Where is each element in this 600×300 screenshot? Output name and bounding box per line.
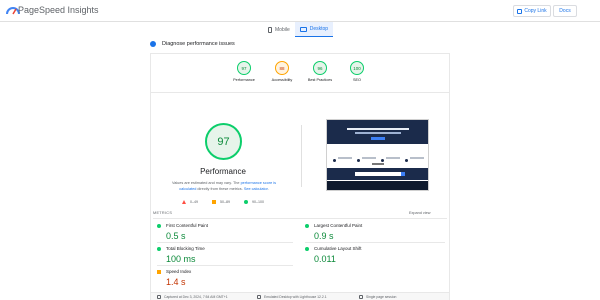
note-text: Values are estimated and may vary. The (171, 181, 241, 185)
legend-range: 0–49 (190, 200, 198, 204)
metrics-divider (157, 265, 293, 266)
tab-desktop-label: Desktop (309, 26, 329, 32)
link-icon (517, 8, 523, 14)
legend-average: 50–89 (212, 200, 230, 204)
thumb-hero (327, 120, 428, 144)
metric-value: 1.4 s (166, 277, 186, 287)
score-label: Best Practices (307, 78, 333, 82)
tab-mobile-label: Mobile (275, 26, 290, 33)
square-icon (212, 200, 216, 204)
score-label: Accessibility (271, 78, 293, 82)
metric-name: Cumulative Layout Shift (314, 246, 362, 251)
metric-value: 100 ms (166, 254, 196, 264)
good-status-icon (305, 246, 309, 251)
session-icon (359, 295, 363, 299)
score-legend: 0–49 50–89 90–100 (182, 200, 264, 204)
metric-tbt: Total Blocking Time 100 ms (157, 246, 287, 264)
average-status-icon (157, 269, 161, 274)
report-footer: Captured at Dec 3, 2024, 7:54 AM GMT+1 E… (151, 292, 449, 300)
thumb-footer (327, 181, 428, 190)
metric-lcp: Largest Contentful Paint 0.9 s (305, 223, 435, 241)
metrics-divider (153, 218, 447, 219)
performance-title: Performance (200, 167, 246, 176)
metric-name: Largest Contentful Paint (314, 223, 363, 228)
metrics-divider (157, 242, 293, 243)
note-text: directly from these metrics. (196, 186, 244, 191)
footer-session-text: Single page session (366, 295, 397, 299)
good-status-icon (305, 223, 309, 228)
thumb-line (355, 132, 401, 134)
thumb-line (372, 163, 384, 165)
diagnose-icon (150, 41, 156, 47)
device-tabs: Mobile Desktop (263, 22, 334, 37)
diagnose-header[interactable]: Diagnose performance issues (150, 40, 235, 48)
thumb-card (357, 149, 379, 162)
legend-poor: 0–49 (182, 200, 198, 204)
monitor-icon (299, 26, 307, 32)
app-title: PageSpeed Insights (18, 5, 99, 15)
score-gauge: 96 (313, 61, 327, 75)
see-calculator-link[interactable]: See calculator (244, 187, 268, 191)
calendar-icon (157, 295, 161, 299)
score-gauge: 88 (275, 61, 289, 75)
metrics-divider (305, 242, 445, 243)
page-screenshot-thumbnail (326, 119, 429, 191)
thumb-line (347, 128, 409, 130)
performance-note: Values are estimated and may vary. The p… (163, 181, 285, 192)
footer-emulated: Emulated Desktop with Lighthouse 12.2.1 (257, 295, 327, 299)
footer-captured-text: Captured at Dec 3, 2024, 7:54 AM GMT+1 (164, 295, 228, 299)
metric-value: 0.9 s (314, 231, 334, 241)
divider (151, 92, 449, 93)
legend-range: 90–100 (252, 200, 264, 204)
metric-speed-index: Speed Index 1.4 s (157, 269, 287, 287)
score-best-practices[interactable]: 96 Best Practices (300, 61, 340, 82)
score-seo[interactable]: 100 SEO (337, 61, 377, 82)
metric-value: 0.011 (314, 254, 336, 264)
top-bar: PageSpeed Insights Copy Link Docs (0, 0, 600, 22)
footer-session: Single page session (359, 295, 396, 299)
good-status-icon (157, 223, 161, 228)
report-card: 97 Performance 88 Accessibility 96 Best … (150, 53, 450, 300)
metric-cls: Cumulative Layout Shift 0.011 (305, 246, 435, 264)
phone-icon (268, 26, 272, 33)
docs-button[interactable]: Docs (553, 5, 577, 17)
metric-name: Speed Index (166, 269, 192, 274)
copy-link-button[interactable]: Copy Link (513, 5, 551, 17)
vertical-divider (301, 125, 302, 187)
score-label: SEO (352, 78, 362, 82)
circle-icon (244, 200, 248, 204)
diagnose-label: Diagnose performance issues (162, 41, 235, 47)
footer-captured: Captured at Dec 3, 2024, 7:54 AM GMT+1 (157, 295, 228, 299)
metric-name: Total Blocking Time (166, 246, 205, 251)
tab-mobile[interactable]: Mobile (263, 22, 295, 37)
footer-emulated-text: Emulated Desktop with Lighthouse 12.2.1 (264, 295, 327, 299)
metric-fcp: First Contentful Paint 0.5 s (157, 223, 287, 241)
docs-label: Docs (559, 8, 571, 14)
thumb-button (371, 137, 385, 140)
triangle-icon (182, 200, 186, 204)
monitor-icon (257, 295, 261, 299)
tab-desktop[interactable]: Desktop (294, 22, 334, 37)
thumb-card (405, 149, 427, 162)
score-accessibility[interactable]: 88 Accessibility (262, 61, 302, 82)
thumb-search-bar (327, 168, 428, 180)
good-status-icon (157, 246, 161, 251)
thumb-card (381, 149, 403, 162)
metric-value: 0.5 s (166, 231, 186, 241)
note-text: . (267, 186, 269, 191)
metrics-section-label: METRICS (153, 211, 173, 215)
copy-link-label: Copy Link (524, 8, 547, 14)
score-performance[interactable]: 97 Performance (224, 61, 264, 82)
expand-view-toggle[interactable]: Expand view (409, 211, 431, 215)
score-gauge: 97 (237, 61, 251, 75)
legend-good: 90–100 (244, 200, 264, 204)
score-gauge: 100 (350, 61, 364, 75)
score-label: Performance (233, 78, 255, 82)
legend-range: 50–89 (220, 200, 230, 204)
performance-gauge: 97 (205, 123, 242, 160)
metric-name: First Contentful Paint (166, 223, 209, 228)
thumb-card (333, 149, 355, 162)
